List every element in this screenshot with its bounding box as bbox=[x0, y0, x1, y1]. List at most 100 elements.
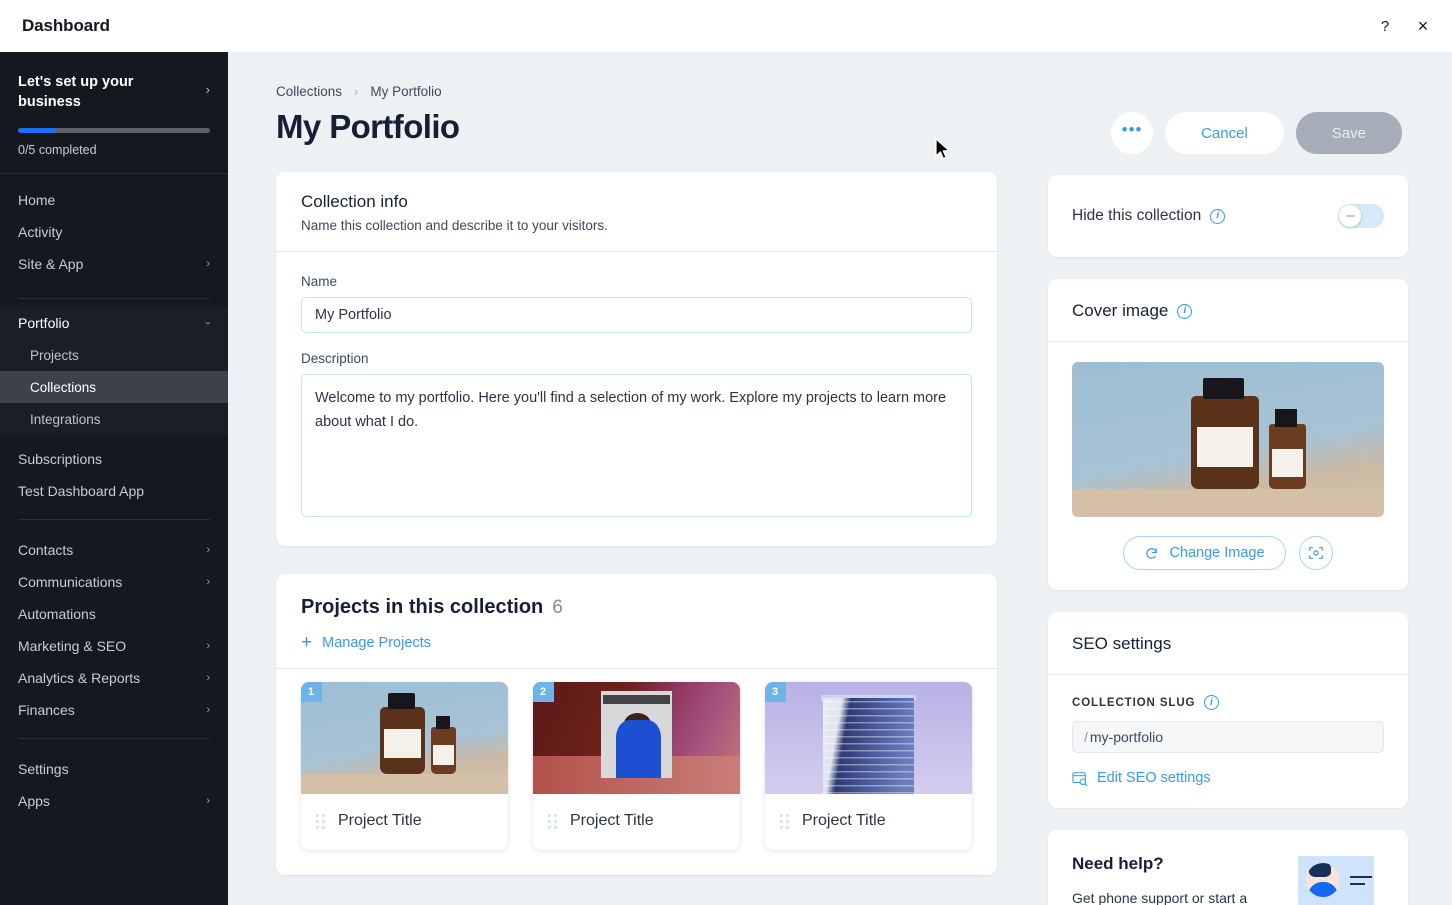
setup-progress-fill bbox=[18, 128, 57, 133]
collection-info-header: Collection info Name this collection and… bbox=[276, 172, 997, 251]
collection-info-title: Collection info bbox=[301, 192, 408, 211]
sidebar-item-label: Settings bbox=[18, 761, 69, 777]
sidebar-divider bbox=[18, 738, 210, 739]
sidebar-item-apps[interactable]: Apps › bbox=[0, 785, 228, 817]
description-textarea[interactable] bbox=[301, 374, 972, 517]
toggle-knob bbox=[1339, 205, 1361, 227]
project-card[interactable]: 1 Project Title bbox=[301, 682, 508, 850]
refresh-icon bbox=[1146, 547, 1158, 559]
sidebar-item-portfolio[interactable]: Portfolio ‹ bbox=[0, 307, 228, 339]
sidebar-item-activity[interactable]: Activity bbox=[0, 216, 228, 248]
chevron-right-icon: › bbox=[206, 258, 210, 270]
sidebar-item-analytics-reports[interactable]: Analytics & Reports › bbox=[0, 662, 228, 694]
save-button[interactable]: Save bbox=[1295, 112, 1402, 154]
drag-handle-icon[interactable] bbox=[316, 813, 325, 829]
sidebar-nav-secondary: Subscriptions Test Dashboard App bbox=[0, 435, 228, 511]
project-thumbnail: 2 bbox=[533, 682, 740, 794]
cancel-button[interactable]: Cancel bbox=[1165, 112, 1284, 154]
page-title: My Portfolio bbox=[276, 108, 460, 145]
sidebar-item-label: Automations bbox=[18, 606, 96, 622]
need-help-title: Need help? bbox=[1072, 854, 1164, 873]
sidebar-divider bbox=[18, 519, 210, 520]
chevron-right-icon: › bbox=[206, 704, 210, 716]
sidebar-item-label: Marketing & SEO bbox=[18, 638, 127, 654]
info-icon[interactable]: i bbox=[1204, 695, 1220, 710]
change-image-button[interactable]: Change Image bbox=[1123, 536, 1286, 570]
sidebar-item-communications[interactable]: Communications › bbox=[0, 566, 228, 598]
focal-point-icon bbox=[1308, 547, 1323, 559]
manage-projects-label: Manage Projects bbox=[322, 634, 431, 651]
setup-title: Let's set up your business bbox=[18, 74, 134, 110]
sidebar-item-integrations[interactable]: Integrations bbox=[0, 403, 228, 435]
more-options-button[interactable]: ••• bbox=[1111, 112, 1154, 154]
info-icon[interactable]: i bbox=[1177, 303, 1193, 319]
collection-slug-label: COLLECTION SLUG i bbox=[1072, 695, 1384, 710]
sidebar-item-label: Collections bbox=[30, 379, 97, 395]
drag-handle-icon[interactable] bbox=[780, 813, 789, 829]
collection-info-fields: Name Description bbox=[276, 252, 997, 546]
projects-card: Projects in this collection 6 + Manage P… bbox=[276, 574, 997, 875]
drag-handle-icon[interactable] bbox=[548, 813, 557, 829]
sidebar-group-portfolio: Portfolio ‹ Projects Collections Integra… bbox=[0, 307, 228, 435]
sidebar-nav-footer: Settings Apps › bbox=[0, 747, 228, 827]
header-actions: ••• Cancel Save bbox=[1111, 112, 1402, 154]
breadcrumb-current: My Portfolio bbox=[370, 84, 442, 99]
sidebar-divider bbox=[18, 298, 210, 299]
sidebar-item-marketing-seo[interactable]: Marketing & SEO › bbox=[0, 630, 228, 662]
close-icon[interactable]: × bbox=[1412, 15, 1434, 37]
slug-value: my-portfolio bbox=[1089, 729, 1164, 745]
sidebar-item-site-app[interactable]: Site & App › bbox=[0, 248, 228, 280]
hide-collection-card: Hide this collection i bbox=[1048, 175, 1408, 257]
help-icon[interactable]: ? bbox=[1374, 15, 1396, 37]
project-card[interactable]: 3 Project Title bbox=[765, 682, 972, 850]
sidebar-item-label: Contacts bbox=[18, 542, 74, 558]
project-order-badge: 1 bbox=[301, 682, 323, 702]
sidebar-item-label: Finances bbox=[18, 702, 75, 718]
chevron-right-icon: › bbox=[206, 672, 210, 684]
chevron-right-icon: › bbox=[205, 82, 210, 97]
sidebar-item-subscriptions[interactable]: Subscriptions bbox=[0, 443, 228, 475]
project-thumbnail: 3 bbox=[765, 682, 972, 794]
sidebar-item-home[interactable]: Home bbox=[0, 184, 228, 216]
name-input[interactable] bbox=[301, 297, 972, 333]
project-card[interactable]: 2 Project Title bbox=[533, 682, 740, 850]
sidebar-item-projects[interactable]: Projects bbox=[0, 339, 228, 371]
cover-image-title: Cover image bbox=[1072, 301, 1169, 320]
sidebar-item-automations[interactable]: Automations bbox=[0, 598, 228, 630]
chevron-up-icon: ‹ bbox=[202, 321, 215, 325]
sidebar-item-label: Communications bbox=[18, 574, 123, 590]
project-order-badge: 3 bbox=[765, 682, 787, 702]
manage-projects-button[interactable]: + Manage Projects bbox=[301, 633, 972, 668]
breadcrumb-collections[interactable]: Collections bbox=[276, 84, 342, 99]
left-column: Collection info Name this collection and… bbox=[276, 172, 997, 875]
hide-collection-toggle[interactable] bbox=[1338, 204, 1384, 228]
project-title: Project Title bbox=[570, 812, 654, 829]
edit-seo-settings-link[interactable]: Edit SEO settings bbox=[1072, 770, 1384, 786]
project-order-badge: 2 bbox=[533, 682, 555, 702]
project-title: Project Title bbox=[802, 812, 886, 829]
setup-progress-label: 0/5 completed bbox=[18, 143, 97, 157]
collection-slug-input[interactable]: / my-portfolio bbox=[1072, 721, 1384, 753]
projects-count: 6 bbox=[552, 597, 563, 618]
edit-seo-settings-label: Edit SEO settings bbox=[1097, 770, 1211, 786]
sidebar-item-label: Apps bbox=[18, 793, 50, 809]
sidebar-item-settings[interactable]: Settings bbox=[0, 753, 228, 785]
setup-business-block[interactable]: Let's set up your business › 0/5 complet… bbox=[0, 52, 228, 173]
info-icon[interactable]: i bbox=[1210, 208, 1226, 224]
focal-point-button[interactable] bbox=[1298, 536, 1333, 570]
sidebar-item-collections[interactable]: Collections bbox=[0, 371, 228, 403]
top-bar-actions: ? × bbox=[1374, 15, 1434, 37]
sidebar-item-label: Integrations bbox=[30, 411, 101, 427]
sidebar-item-finances[interactable]: Finances › bbox=[0, 694, 228, 726]
right-column: Hide this collection i Cover image i Cha… bbox=[1048, 175, 1408, 905]
need-help-subtitle: Get phone support or start a bbox=[1072, 890, 1248, 905]
main-content: Collections › My Portfolio My Portfolio … bbox=[228, 52, 1452, 905]
hide-collection-label: Hide this collection bbox=[1072, 207, 1202, 224]
description-label: Description bbox=[301, 351, 369, 366]
sidebar-item-test-dashboard-app[interactable]: Test Dashboard App bbox=[0, 475, 228, 507]
project-thumbnail: 1 bbox=[301, 682, 508, 794]
slug-label-text: COLLECTION SLUG bbox=[1072, 696, 1196, 709]
chevron-right-icon: › bbox=[354, 84, 359, 99]
sidebar-item-label: Home bbox=[18, 192, 56, 208]
sidebar-item-contacts[interactable]: Contacts › bbox=[0, 534, 228, 566]
